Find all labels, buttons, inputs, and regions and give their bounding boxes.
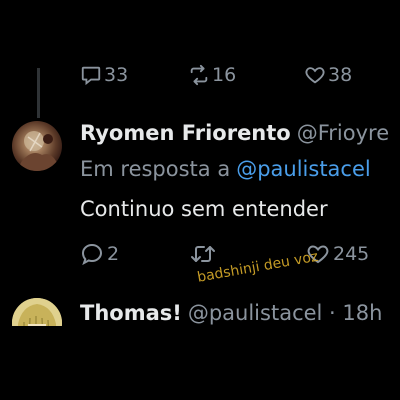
timeline-screen: 33 16 38 Ryomen Friorento @Frioyre Em re…: [0, 0, 400, 400]
display-name[interactable]: Thomas!: [80, 301, 182, 325]
avatar-art: [12, 298, 62, 326]
avatar-clip-region: [0, 0, 400, 326]
user-handle-and-time[interactable]: @paulistacel · 18h: [188, 301, 383, 325]
tweet-header: Thomas! @paulistacel · 18h: [80, 298, 400, 328]
avatar[interactable]: [12, 298, 62, 326]
